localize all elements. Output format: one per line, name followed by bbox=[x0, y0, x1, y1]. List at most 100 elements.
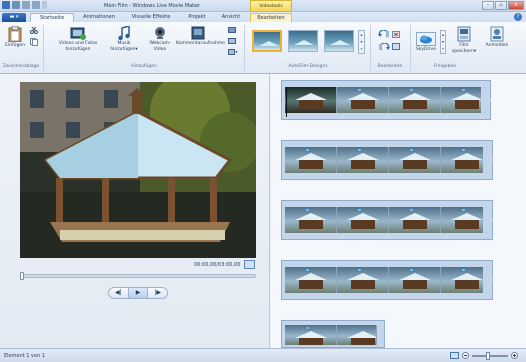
app-menu-button[interactable]: ▬ ▾ bbox=[2, 13, 26, 22]
app-icon bbox=[2, 1, 10, 9]
add-videos-photos-button[interactable]: Videos und Fotos hinzufügen bbox=[58, 26, 98, 52]
zoom-slider[interactable] bbox=[472, 351, 508, 360]
clip-thumbnails bbox=[285, 207, 487, 233]
autofilm-theme-1[interactable] bbox=[252, 30, 282, 52]
save-icon[interactable] bbox=[12, 1, 20, 9]
copy-icon[interactable] bbox=[30, 38, 38, 46]
clip-thumbnails bbox=[285, 87, 485, 113]
group-label-autofilm: AutoFilm-Designs bbox=[288, 64, 328, 69]
clip-frame bbox=[389, 267, 441, 293]
remove-icon[interactable] bbox=[392, 31, 400, 38]
clip-frame bbox=[285, 267, 337, 293]
thumbnail-size-icon[interactable] bbox=[450, 352, 459, 359]
select-all-icon[interactable] bbox=[392, 43, 400, 50]
tab-startseite[interactable]: Startseite bbox=[30, 13, 74, 22]
maximize-button[interactable]: ▫ bbox=[495, 1, 507, 10]
caption-icon[interactable] bbox=[228, 38, 236, 44]
seek-thumb[interactable] bbox=[20, 272, 24, 280]
next-frame-button[interactable]: |▶ bbox=[148, 288, 167, 298]
film-add-icon bbox=[70, 27, 86, 40]
minimize-button[interactable]: – bbox=[482, 1, 494, 10]
cut-icon[interactable] bbox=[30, 27, 38, 34]
narration-icon bbox=[191, 26, 205, 40]
rotate-right-icon[interactable] bbox=[378, 43, 390, 51]
clip-frame bbox=[285, 325, 337, 345]
clip-row[interactable] bbox=[281, 140, 493, 180]
clip-frame bbox=[441, 207, 487, 233]
tab-animationen[interactable]: Animationen bbox=[78, 13, 120, 22]
skydrive-button[interactable]: SkyDrive bbox=[414, 32, 438, 53]
redo-icon[interactable] bbox=[32, 1, 40, 9]
clip-frame bbox=[285, 207, 337, 233]
chevron-down-icon[interactable] bbox=[42, 1, 47, 9]
status-bar: Element 1 von 1 bbox=[0, 348, 526, 362]
previous-frame-button[interactable]: ◀| bbox=[109, 288, 128, 298]
clip-frame bbox=[285, 147, 337, 173]
play-button[interactable]: ▶ bbox=[127, 288, 149, 298]
clip-frame bbox=[441, 87, 485, 113]
autofilm-theme-3[interactable] bbox=[324, 30, 354, 52]
zoom-out-icon[interactable] bbox=[462, 352, 469, 359]
share-gallery-scroll[interactable]: ▴ ▾ ▿ bbox=[440, 30, 446, 54]
clip-frame bbox=[337, 267, 389, 293]
paste-icon bbox=[8, 26, 22, 42]
clip-row[interactable] bbox=[281, 200, 493, 240]
chevron-down-icon: ▾ bbox=[473, 48, 477, 54]
theme-gallery-scroll[interactable]: ▴ ▾ ▿ bbox=[358, 30, 365, 54]
clip-frame bbox=[441, 267, 487, 293]
snapshot-icon[interactable] bbox=[228, 27, 236, 33]
close-button[interactable]: × bbox=[508, 1, 524, 10]
clip-thumbnails bbox=[285, 267, 487, 293]
fullscreen-button[interactable] bbox=[244, 260, 255, 269]
tab-projekt[interactable]: Projekt bbox=[182, 13, 212, 22]
quick-access-toolbar bbox=[2, 1, 47, 9]
clip-thumbnails bbox=[285, 325, 377, 345]
help-icon[interactable]: ? bbox=[514, 13, 522, 21]
rotate-left-icon[interactable] bbox=[378, 30, 390, 38]
tab-bearbeiten[interactable]: Bearbeiten bbox=[250, 13, 292, 22]
video-preview[interactable] bbox=[20, 82, 256, 258]
clip-row[interactable] bbox=[281, 320, 385, 348]
storyboard[interactable] bbox=[271, 74, 526, 348]
clip-frame bbox=[389, 147, 441, 173]
undo-icon[interactable] bbox=[22, 1, 30, 9]
group-label-edit: Bearbeiten bbox=[377, 64, 403, 69]
credits-icon[interactable] bbox=[228, 49, 238, 55]
group-label-share: Freigeben bbox=[433, 64, 457, 69]
webcam-video-button[interactable]: Webcam-Video bbox=[146, 26, 174, 52]
music-note-icon bbox=[118, 26, 130, 40]
clip-row-arrow bbox=[483, 141, 493, 179]
add-music-button[interactable]: Musik hinzufügen▾ bbox=[104, 26, 144, 52]
zoom-slider-thumb[interactable] bbox=[486, 351, 490, 360]
clip-frame bbox=[285, 87, 337, 113]
playback-controls: ◀| ▶ |▶ bbox=[108, 287, 168, 299]
ribbon-tab-row: ▬ ▾ Startseite Animationen Visuelle Effe… bbox=[0, 12, 526, 22]
clip-row[interactable] bbox=[281, 80, 491, 120]
sign-in-button[interactable]: Anmelden bbox=[482, 26, 512, 49]
seek-bar[interactable] bbox=[20, 272, 256, 280]
status-text: Element 1 von 1 bbox=[4, 353, 46, 359]
chevron-down-icon: ▾ bbox=[135, 46, 138, 52]
skydrive-icon bbox=[416, 32, 436, 46]
clip-frame bbox=[337, 207, 389, 233]
playhead[interactable] bbox=[286, 87, 287, 117]
group-label-add: Hinzufügen bbox=[131, 64, 157, 69]
zoom-in-icon[interactable] bbox=[511, 352, 518, 359]
clip-frame bbox=[337, 87, 389, 113]
clip-row-arrow bbox=[483, 261, 493, 299]
save-movie-button[interactable]: Film speichern▾ bbox=[450, 26, 478, 54]
clip-frame bbox=[389, 207, 441, 233]
clip-frame bbox=[337, 325, 377, 345]
paste-button[interactable]: Einfügen bbox=[4, 26, 26, 49]
tab-visuelle-effekte[interactable]: Visuelle Effekte bbox=[124, 13, 178, 22]
zoom-control bbox=[450, 351, 518, 360]
autofilm-theme-2[interactable] bbox=[288, 30, 318, 52]
tab-ansicht[interactable]: Ansicht bbox=[216, 13, 246, 22]
clip-row[interactable] bbox=[281, 260, 493, 300]
main-area: 00:00,00/03:00,00 ◀| ▶ |▶ bbox=[0, 74, 526, 348]
webcam-icon bbox=[155, 27, 165, 39]
clip-row-arrow bbox=[481, 81, 491, 119]
birdhouse-image bbox=[20, 82, 256, 258]
film-save-icon bbox=[457, 26, 471, 42]
record-narration-button[interactable]: Kommentaraufnahme bbox=[176, 26, 225, 47]
